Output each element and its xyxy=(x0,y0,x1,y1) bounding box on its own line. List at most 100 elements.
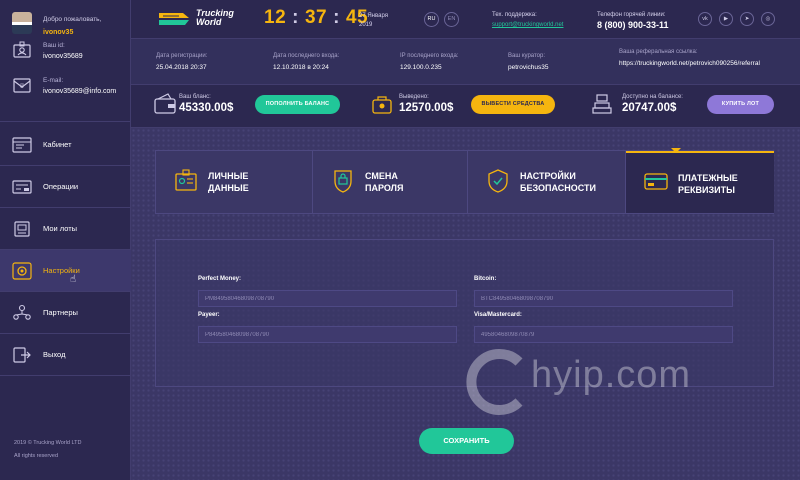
support-email-link[interactable]: support@truckingworld.net xyxy=(492,22,563,28)
sidebar-item-operations[interactable]: Операции xyxy=(0,166,131,208)
clock: 12:37:45 xyxy=(264,7,369,28)
copyright-line: 2019 © Trucking World LTD xyxy=(14,440,82,446)
password-icon xyxy=(334,170,352,193)
logo-line-2: World xyxy=(196,17,222,27)
lang-en-button[interactable]: EN xyxy=(444,12,459,27)
truck-logo-icon xyxy=(159,13,189,25)
payeer-label: Payeer: xyxy=(198,312,220,318)
watermark-text: hyip.com xyxy=(531,354,692,396)
last-ip-label: IP последнего входа: xyxy=(400,53,459,59)
tab-personal-data[interactable]: Личные данные xyxy=(156,151,313,213)
vk-icon[interactable]: vk xyxy=(698,12,712,26)
sidebar-item-cabinet[interactable]: Кабинет xyxy=(0,124,131,166)
buy-lot-button[interactable]: КУПИТЬ ЛОТ xyxy=(707,95,774,114)
available-value: 20747.00$ xyxy=(622,102,677,114)
tab-security-settings[interactable]: Настройки безопасности xyxy=(468,151,626,213)
referral-link: Ваша реферальная ссылка: https://truckin… xyxy=(619,49,760,67)
svg-text:@: @ xyxy=(20,83,25,89)
welcome-text: Добро пожаловать, xyxy=(43,16,102,23)
sidebar-item-label: Выход xyxy=(43,350,66,359)
registration-date-label: Дата регистрации: xyxy=(156,53,208,59)
hotline-label: Телефон горячей линии: xyxy=(597,12,666,18)
bag-icon xyxy=(372,96,392,114)
lots-icon xyxy=(14,221,30,237)
tab-label-line-1: Смена xyxy=(365,171,398,181)
tab-label-line-1: Личные xyxy=(208,171,249,181)
profile-panel: Добро пожаловать, ivonov35 Ваш id: ivono… xyxy=(0,0,130,122)
email-label: E-mail: xyxy=(43,77,64,84)
tab-label-line-2: данные xyxy=(208,183,249,193)
top-header: Trucking World 12:37:45 27 Января 2019 R… xyxy=(131,0,800,39)
tab-payment-details[interactable]: Платежные реквизиты xyxy=(626,151,774,213)
tab-label-line-1: Настройки xyxy=(520,171,576,181)
watermark-logo-icon xyxy=(466,349,523,415)
referral-link-label: Ваша реферальная ссылка: xyxy=(619,49,698,55)
visa-mastercard-label: Visa/Mastercard: xyxy=(474,312,522,318)
bitcoin-label: Bitcoin: xyxy=(474,276,497,282)
user-id-value: ivonov35689 xyxy=(43,53,83,60)
sidebar-item-partners[interactable]: Партнеры xyxy=(0,292,131,334)
email-icon: @ xyxy=(13,78,31,93)
tab-label: Смена пароля xyxy=(365,170,403,194)
settings-icon xyxy=(12,262,32,280)
clock-hours: 12 xyxy=(264,7,287,28)
available-label: Доступно на балансе: xyxy=(622,94,683,100)
perfect-money-label: Perfect Money: xyxy=(198,276,242,282)
sidebar-item-settings[interactable]: Настройки xyxy=(0,250,131,292)
date-year: 2019 xyxy=(359,22,373,28)
sidebar-item-label: Операции xyxy=(43,182,79,191)
tab-label-line-1: Платежные xyxy=(678,173,738,183)
last-login-label: Дата последнего входа: xyxy=(273,53,340,59)
instagram-icon[interactable]: ◎ xyxy=(761,12,775,26)
balance-value: 45330.00$ xyxy=(179,102,234,114)
lang-ru-button[interactable]: RU xyxy=(424,12,439,27)
logo-text[interactable]: Trucking World xyxy=(196,9,234,27)
payment-card-icon xyxy=(644,173,668,190)
avatar xyxy=(12,12,32,34)
last-login: Дата последнего входа: 12.10.2018 в 20:2… xyxy=(273,53,339,71)
tab-label: Настройки безопасности xyxy=(520,170,596,194)
withdraw-funds-button[interactable]: ВЫВЕСТИ СРЕДСТВА xyxy=(471,95,555,114)
sidebar-item-label: Кабинет xyxy=(43,140,72,149)
telegram-icon[interactable]: ➤ xyxy=(740,12,754,26)
rights-line: All rights reserved xyxy=(14,453,59,459)
last-ip-value: 129.100.0.235 xyxy=(400,64,442,71)
perfect-money-input[interactable] xyxy=(198,290,457,307)
hotline-phone: 8 (800) 900-33-11 xyxy=(597,20,669,30)
payeer-input[interactable] xyxy=(198,326,457,343)
withdrawn-value: 12570.00$ xyxy=(399,102,454,114)
sidebar-item-label: Мои лоты xyxy=(43,224,78,233)
coins-icon xyxy=(592,94,612,114)
main-content: Личные данные Смена пароля Настройки xyxy=(131,128,800,480)
youtube-icon[interactable]: ▶ xyxy=(719,12,733,26)
security-icon xyxy=(488,169,508,193)
curator-label: Ваш куратор: xyxy=(508,53,546,59)
pointer-cursor-icon: ☝ xyxy=(70,274,77,285)
registration-date: Дата регистрации: 25.04.2018 20:37 xyxy=(156,53,207,71)
wallet-icon xyxy=(154,93,176,114)
id-card-icon xyxy=(13,41,31,58)
operations-icon xyxy=(12,180,32,194)
visa-mastercard-input[interactable] xyxy=(474,326,733,343)
user-id-label: Ваш id: xyxy=(43,42,65,49)
save-button[interactable]: СОХРАНИТЬ xyxy=(419,428,514,454)
account-info-strip: Дата регистрации: 25.04.2018 20:37 Дата … xyxy=(131,39,800,85)
topup-balance-button[interactable]: ПОПОЛНИТЬ БАЛАНС xyxy=(255,95,340,114)
sidebar-item-exit[interactable]: Выход xyxy=(0,334,131,376)
tab-label: Платежные реквизиты xyxy=(678,172,738,196)
bitcoin-input[interactable] xyxy=(474,290,733,307)
date-day-month: 27 Января xyxy=(359,13,388,19)
referral-link-value[interactable]: https://truckingworld.net/petrovich09025… xyxy=(619,60,760,67)
settings-tabs: Личные данные Смена пароля Настройки xyxy=(155,150,774,214)
email-value: ivonov35689@info.com xyxy=(43,88,117,95)
last-ip: IP последнего входа: 129.100.0.235 xyxy=(400,53,459,71)
tab-change-password[interactable]: Смена пароля xyxy=(313,151,468,213)
copyright: 2019 © Trucking World LTD All rights res… xyxy=(14,437,81,463)
clock-minutes: 37 xyxy=(304,7,328,28)
tab-label-line-2: пароля xyxy=(365,183,404,193)
tab-label-line-2: реквизиты xyxy=(678,185,735,195)
sidebar-item-my-lots[interactable]: Мои лоты xyxy=(0,208,131,250)
curator: Ваш куратор: petrovichus35 xyxy=(508,53,548,71)
last-login-value: 12.10.2018 в 20:24 xyxy=(273,64,329,71)
sidebar: Добро пожаловать, ivonov35 Ваш id: ivono… xyxy=(0,0,131,480)
